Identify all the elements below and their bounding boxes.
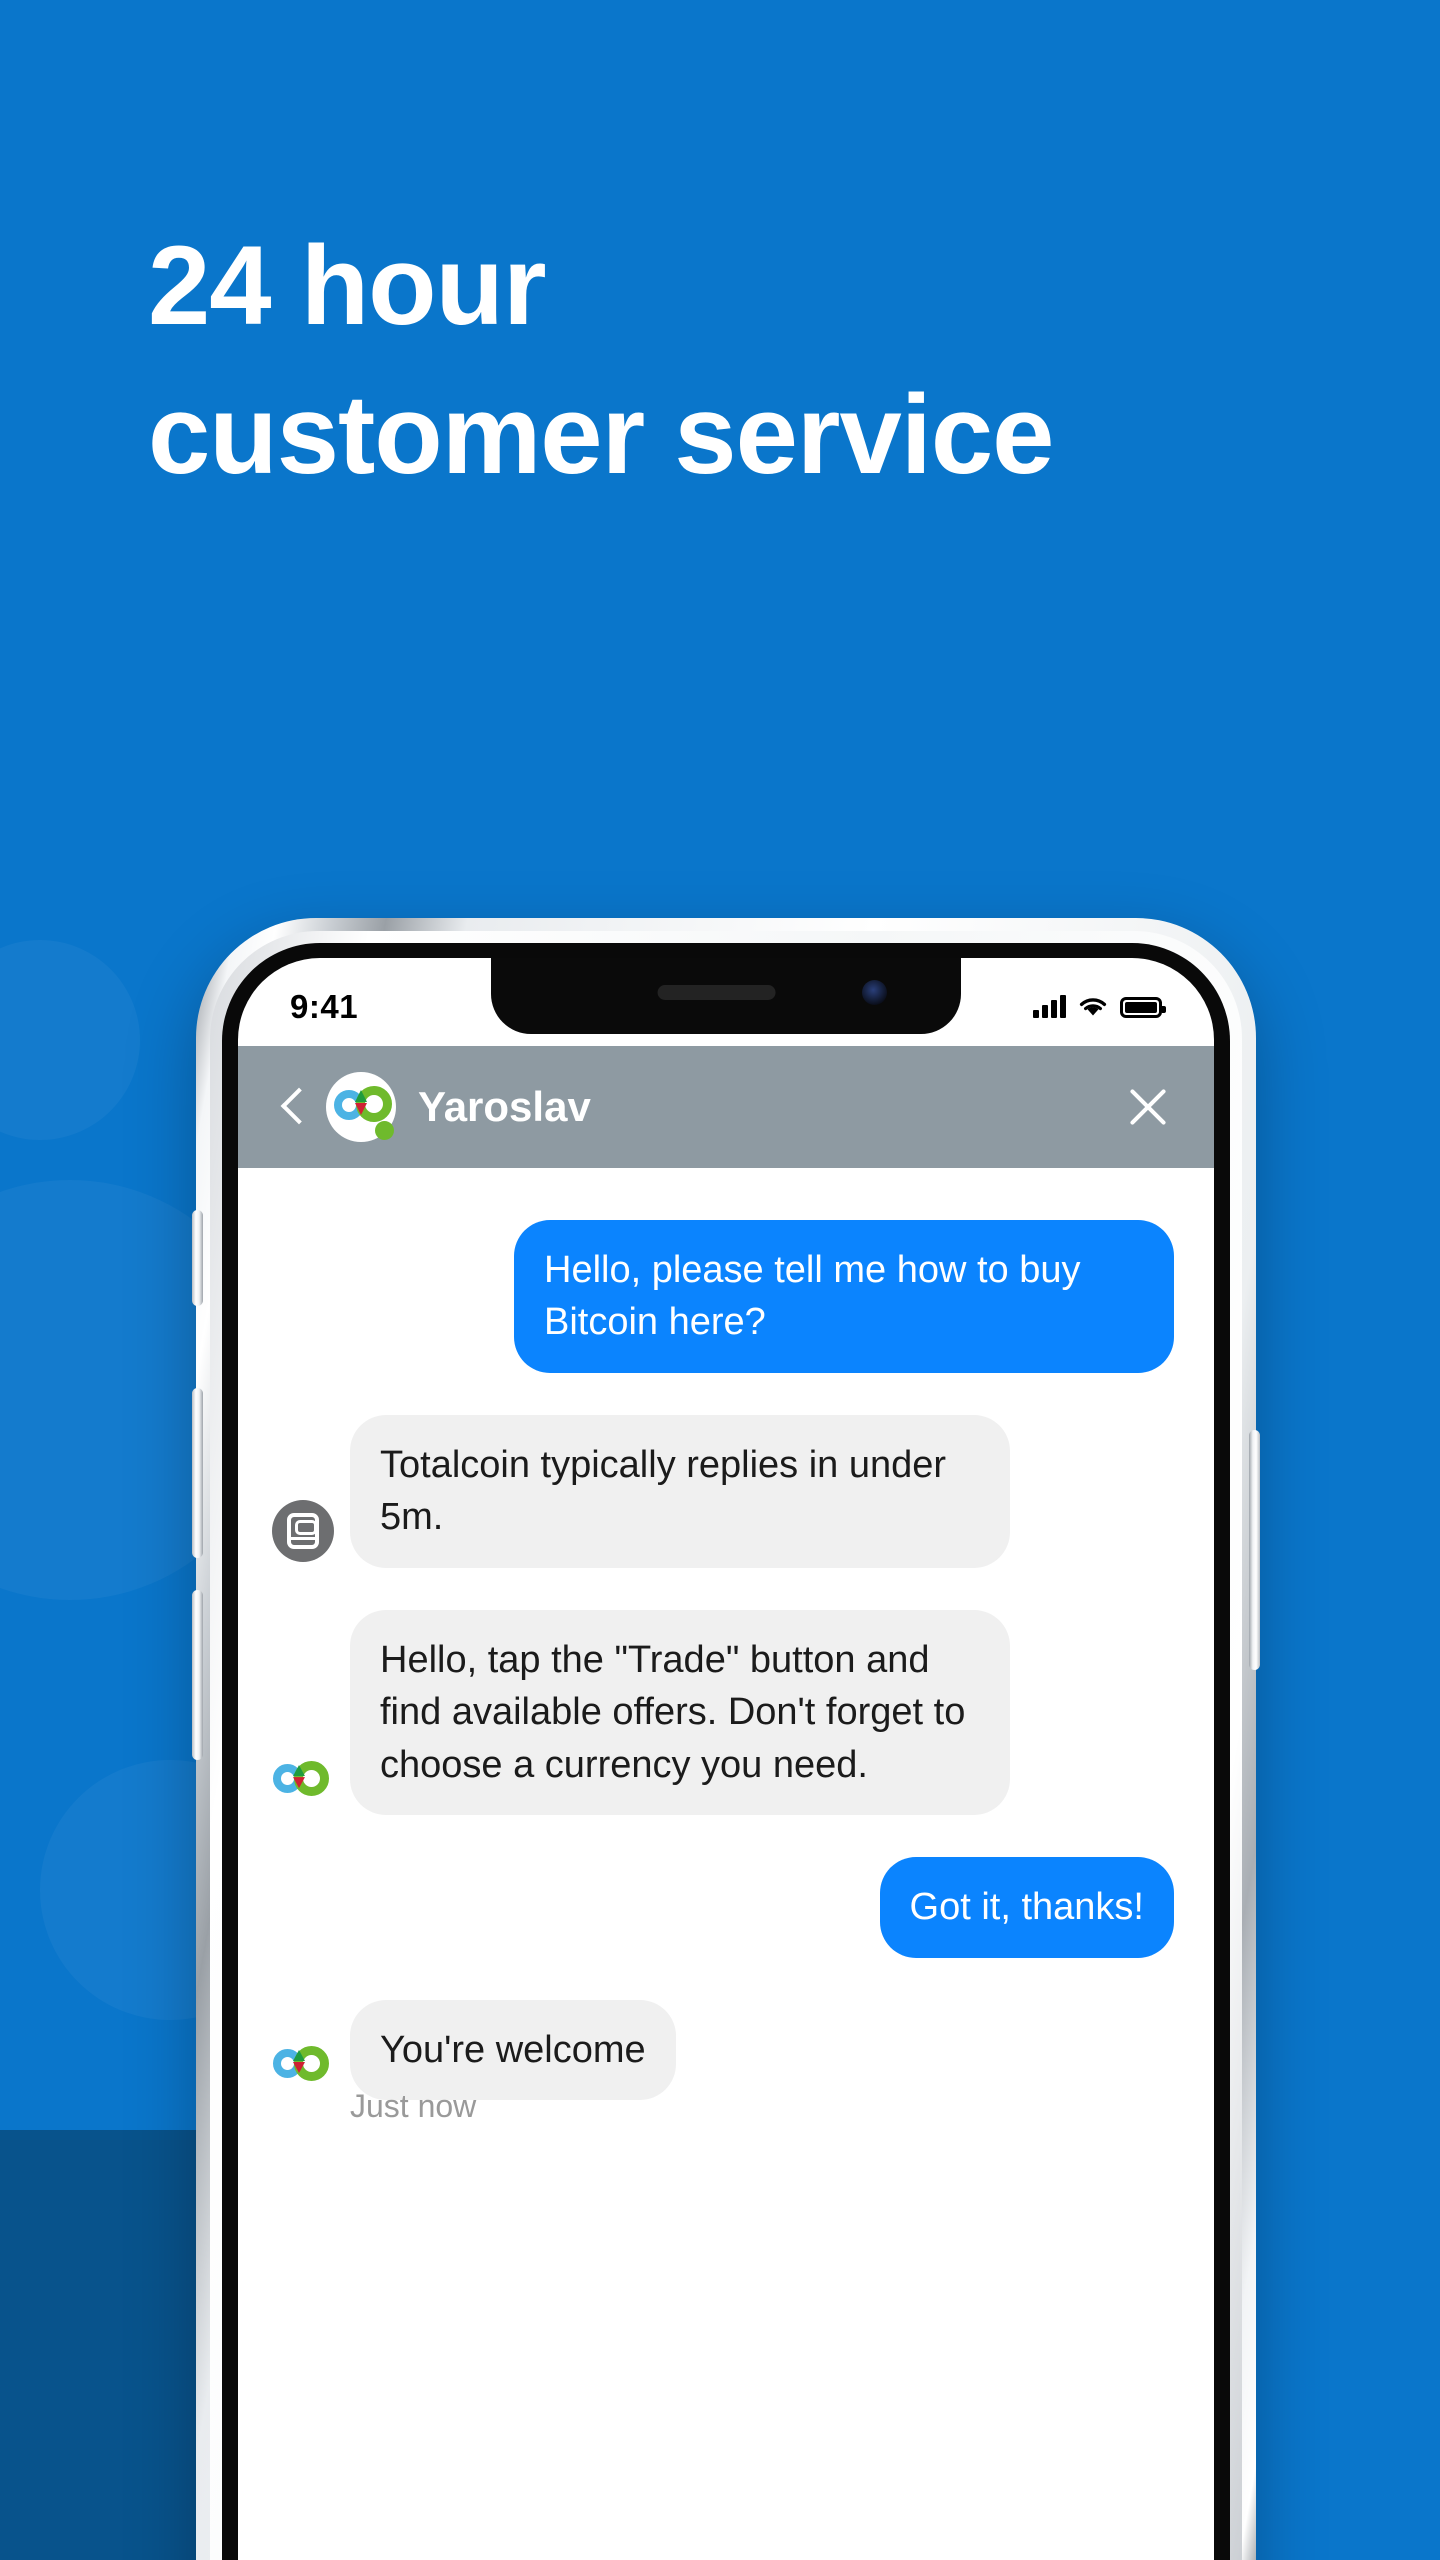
message-row: Got it, thanks!: [272, 1857, 1174, 1958]
message-bubble-outgoing: Got it, thanks!: [879, 1857, 1174, 1958]
status-time: 9:41: [290, 988, 359, 1025]
phone-power-button[interactable]: [1249, 1430, 1260, 1670]
close-icon[interactable]: [1124, 1083, 1172, 1131]
online-status-dot: [375, 1121, 394, 1140]
phone-volume-up-button[interactable]: [192, 1388, 203, 1558]
phone-mockup: 9:41 Yaroslav Hello, please tell me how …: [192, 918, 1260, 2560]
message-timestamp: Just now: [350, 2087, 477, 2124]
phone-volume-down-button[interactable]: [192, 1590, 203, 1760]
phone-screen: 9:41 Yaroslav Hello, please tell me how …: [238, 958, 1214, 2560]
message-bubble-incoming: You're welcome: [350, 1999, 676, 2100]
chat-header: Yaroslav: [238, 1046, 1214, 1168]
totalcoin-logo-icon: [272, 2032, 334, 2094]
message-row: You're welcome: [272, 1999, 1174, 2100]
message-bubble-incoming: Hello, tap the "Trade" button and find a…: [350, 1609, 1010, 1816]
message-bubble-incoming: Totalcoin typically replies in under 5m.: [350, 1414, 1010, 1568]
message-row: Totalcoin typically replies in under 5m.: [272, 1414, 1174, 1568]
chat-title: Yaroslav: [418, 1083, 591, 1130]
wifi-icon: [1079, 998, 1107, 1016]
battery-full-icon: [1120, 996, 1166, 1018]
auto-reply-card-icon: [272, 1499, 334, 1562]
totalcoin-logo-avatar: [326, 1072, 396, 1142]
phone-mute-switch[interactable]: [192, 1210, 203, 1306]
card-glyph-icon: [287, 1512, 319, 1549]
back-chevron-icon[interactable]: [274, 1081, 308, 1133]
cellular-signal-icon: [1033, 995, 1066, 1018]
message-row: Hello, please tell me how to buy Bitcoin…: [272, 1220, 1174, 1373]
message-bubble-outgoing: Hello, please tell me how to buy Bitcoin…: [514, 1220, 1174, 1373]
status-bar: 9:41: [238, 958, 1214, 1046]
promo-headline: 24 hour customer service: [148, 223, 1054, 497]
promo-screenshot: 24 hour customer service 9:41 Yaroslav H…: [0, 0, 1440, 2560]
message-list[interactable]: Hello, please tell me how to buy Bitcoin…: [238, 1168, 1214, 2560]
status-icons: [1033, 995, 1166, 1019]
totalcoin-logo-icon: [272, 1747, 334, 1809]
message-row: Hello, tap the "Trade" button and find a…: [272, 1609, 1174, 1816]
